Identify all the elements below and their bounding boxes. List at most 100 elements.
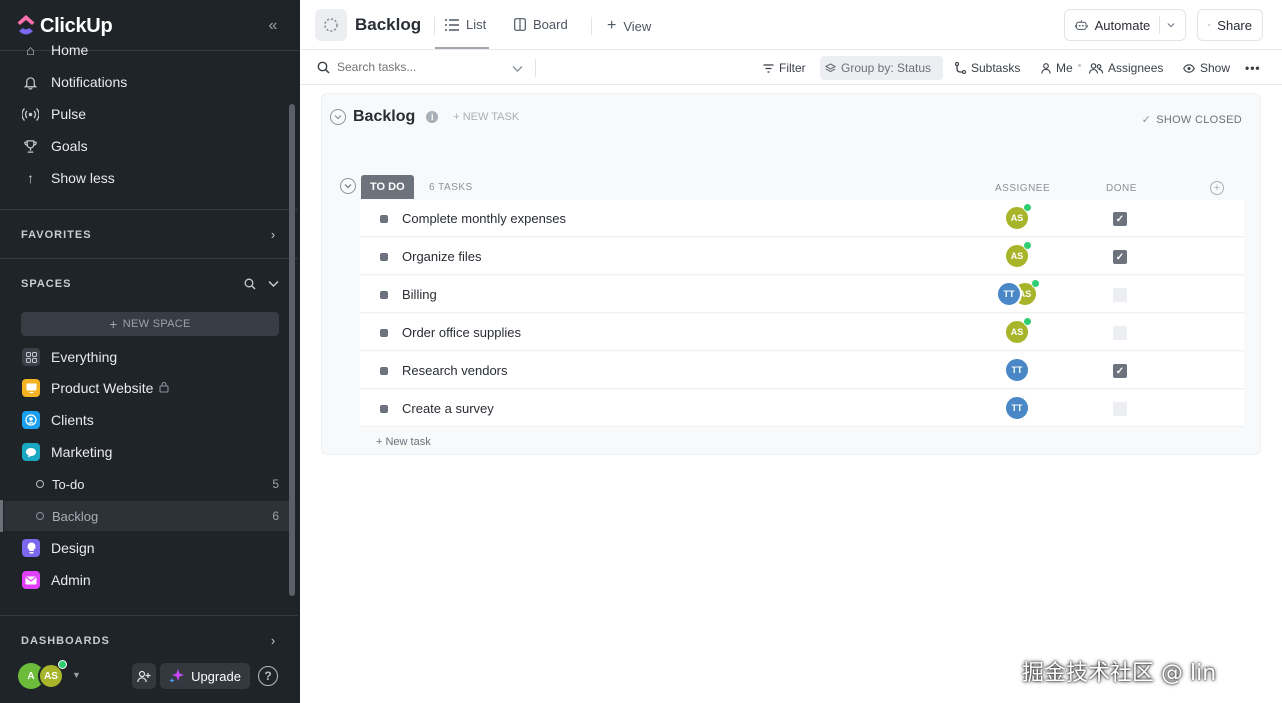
group-by-label: Group by: Status (841, 61, 932, 75)
task-row[interactable]: Research vendors TT ✓ (360, 352, 1244, 389)
nav-goals-label: Goals (51, 138, 88, 154)
subtasks-label: Subtasks (971, 61, 1021, 75)
caret-down-icon[interactable]: ▼ (72, 670, 81, 680)
add-view-button[interactable]: + View (607, 17, 651, 35)
status-square-icon[interactable] (380, 253, 388, 261)
status-pill[interactable]: TO DO (361, 175, 414, 199)
task-assignees[interactable]: AS (996, 203, 1056, 231)
nav-notifications[interactable]: Notifications (22, 70, 127, 94)
assignees-button[interactable]: Assignees (1084, 56, 1168, 80)
task-row[interactable]: Order office supplies AS (360, 314, 1244, 351)
status-square-icon[interactable] (380, 291, 388, 299)
collapse-list-icon[interactable] (330, 109, 346, 125)
done-checkbox[interactable] (1113, 402, 1127, 416)
done-checkbox[interactable]: ✓ (1113, 250, 1127, 264)
search-icon[interactable] (241, 275, 259, 293)
assignee-avatar[interactable]: TT (996, 281, 1022, 307)
filter-button[interactable]: Filter (758, 56, 811, 80)
task-row[interactable]: Create a survey TT (360, 390, 1244, 427)
space-admin[interactable]: Admin (22, 568, 91, 592)
show-button[interactable]: Show (1178, 56, 1235, 80)
space-marketing[interactable]: Marketing (22, 440, 112, 464)
search-input[interactable] (337, 60, 497, 74)
task-assignees[interactable]: TT AS (996, 279, 1056, 307)
done-checkbox[interactable]: ✓ (1113, 364, 1127, 378)
space-label: Marketing (51, 444, 113, 460)
space-design[interactable]: Design (22, 536, 95, 560)
trophy-icon (22, 138, 39, 155)
task-assignees[interactable]: TT (996, 395, 1056, 421)
done-checkbox[interactable] (1113, 326, 1127, 340)
sparkle-icon (169, 669, 185, 683)
space-clients[interactable]: Clients (22, 408, 94, 432)
task-assignees[interactable]: AS (996, 317, 1056, 345)
share-button[interactable]: Share (1197, 9, 1263, 41)
online-indicator (1023, 317, 1032, 326)
tab-board[interactable]: Board (514, 17, 568, 32)
task-name[interactable]: Order office supplies (402, 325, 521, 340)
more-options-icon[interactable]: ••• (1240, 56, 1266, 80)
done-checkbox[interactable] (1113, 288, 1127, 302)
chevron-down-icon[interactable] (1167, 22, 1175, 29)
spaces-title[interactable]: SPACES (21, 278, 71, 290)
new-space-button[interactable]: + NEW SPACE (21, 312, 279, 336)
favorites-title[interactable]: FAVORITES (21, 229, 92, 241)
task-name[interactable]: Complete monthly expenses (402, 211, 566, 226)
list-count: 6 (272, 509, 279, 523)
task-name[interactable]: Billing (402, 287, 437, 302)
clickup-logo[interactable]: ClickUp (16, 13, 113, 39)
space-product-website[interactable]: Product Website (22, 376, 170, 400)
chevron-down-icon[interactable] (264, 275, 282, 293)
search-icon (317, 61, 330, 74)
status-square-icon[interactable] (380, 215, 388, 223)
status-square-icon[interactable] (380, 405, 388, 413)
subtasks-button[interactable]: Subtasks (950, 56, 1025, 80)
dashboards-title[interactable]: DASHBOARDS (21, 635, 110, 647)
new-task-header-button[interactable]: + NEW TASK (453, 111, 519, 123)
page-title[interactable]: Backlog (355, 15, 421, 35)
task-assignees[interactable]: AS (996, 241, 1056, 269)
task-name[interactable]: Organize files (402, 249, 481, 264)
task-name[interactable]: Create a survey (402, 401, 494, 416)
dot-separator (1078, 64, 1081, 67)
assignee-avatar[interactable]: TT (1004, 395, 1030, 421)
nav-goals[interactable]: Goals (22, 134, 88, 158)
new-task-button[interactable]: + New task (376, 436, 431, 448)
collapse-group-icon[interactable] (340, 178, 356, 194)
upgrade-button[interactable]: Upgrade (160, 663, 250, 689)
column-header-assignee[interactable]: ASSIGNEE (995, 183, 1050, 194)
add-column-icon[interactable]: + (1210, 181, 1224, 195)
invite-button[interactable] (132, 663, 156, 689)
done-checkbox[interactable]: ✓ (1113, 212, 1127, 226)
group-by-button[interactable]: Group by: Status (820, 56, 943, 80)
collapse-sidebar-icon[interactable]: « (262, 15, 284, 37)
task-row[interactable]: Complete monthly expenses AS ✓ (360, 200, 1244, 237)
task-assignees[interactable]: TT (996, 357, 1056, 383)
chevron-down-icon[interactable] (512, 61, 523, 76)
automate-button[interactable]: Automate (1064, 9, 1186, 41)
tab-list[interactable]: List (445, 17, 486, 32)
status-square-icon[interactable] (380, 367, 388, 375)
me-button[interactable]: Me (1036, 56, 1078, 80)
nav-show-less[interactable]: ↑ Show less (22, 166, 115, 190)
show-closed-button[interactable]: ✓ SHOW CLOSED (1142, 113, 1242, 127)
task-row[interactable]: Billing TT AS (360, 276, 1244, 313)
info-icon[interactable]: i (426, 111, 439, 123)
chevron-right-icon[interactable]: › (264, 631, 282, 649)
status-square-icon[interactable] (380, 329, 388, 337)
sidebar-scrollbar[interactable] (289, 104, 295, 596)
list-title[interactable]: Backlog (353, 108, 415, 126)
column-header-done[interactable]: DONE (1106, 183, 1137, 194)
assignee-avatar[interactable]: TT (1004, 357, 1030, 383)
task-name[interactable]: Research vendors (402, 363, 508, 378)
task-row[interactable]: Organize files AS ✓ (360, 238, 1244, 275)
list-status-icon[interactable] (315, 9, 347, 41)
nav-home[interactable]: ⌂ Home (22, 38, 88, 62)
help-icon[interactable]: ? (258, 666, 278, 686)
space-everything[interactable]: Everything (22, 345, 117, 369)
chevron-right-icon[interactable]: › (264, 225, 282, 243)
list-item-backlog[interactable]: Backlog 6 (4, 501, 289, 531)
person-icon (1041, 62, 1051, 74)
list-item-to-do[interactable]: To-do 5 (4, 469, 289, 499)
nav-pulse[interactable]: Pulse (22, 102, 86, 126)
